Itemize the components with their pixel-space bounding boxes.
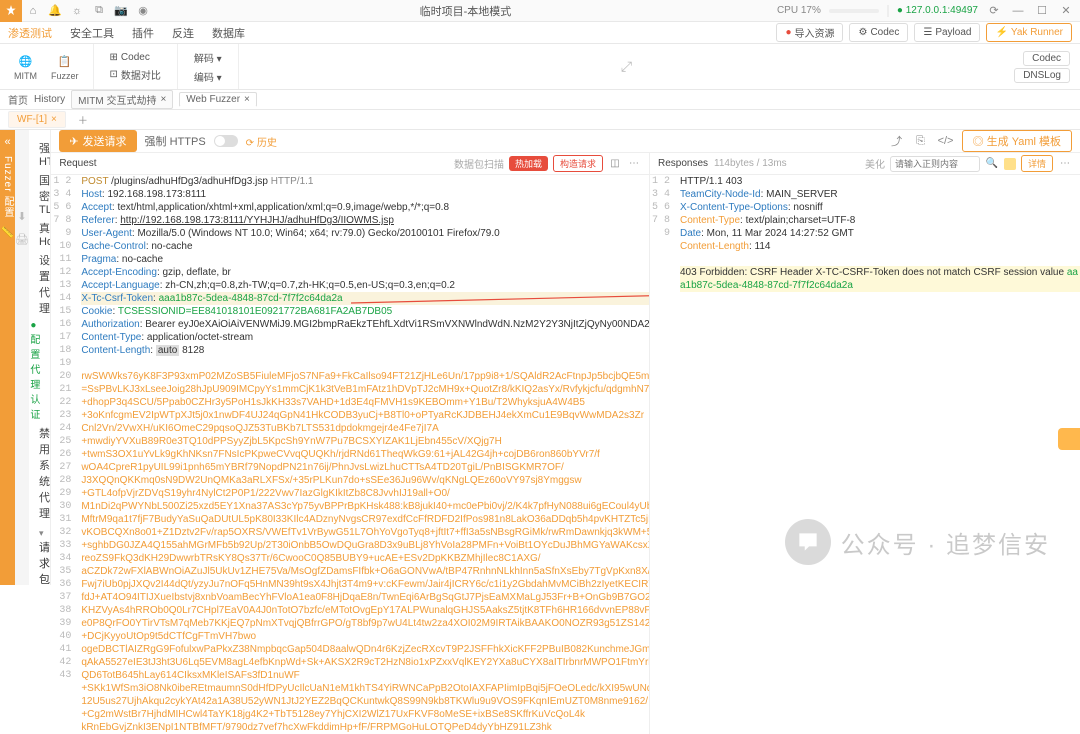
wf-tabs: WF-[1] × ＋	[0, 110, 1080, 130]
disable-sysproxy-label: 禁用系统代理	[39, 425, 50, 521]
response-search-input[interactable]	[890, 156, 980, 172]
tab-mitm[interactable]: MITM 交互式劫持 ×	[71, 90, 173, 109]
bc-history[interactable]: History	[34, 94, 65, 105]
rule-icon[interactable]: 📏	[1, 226, 15, 239]
code-icon[interactable]: </>	[938, 135, 952, 147]
cpu-bar	[829, 9, 879, 13]
split-icon[interactable]: ◫	[608, 158, 622, 169]
intercept-label[interactable]: 数据包扫描	[454, 156, 504, 171]
encode-select[interactable]: 编码 ▾	[188, 68, 228, 85]
curl-icon[interactable]: ⎘	[914, 135, 928, 148]
codec-pill[interactable]: Codec	[1023, 51, 1070, 66]
request-pane: Request 数据包扫描 热加载 构造请求 ◫ ⋯ 1 2 3 4 5 6 7…	[51, 153, 650, 734]
float-mascot-icon[interactable]	[1058, 428, 1080, 450]
response-pane: Responses 114bytes / 13ms 美化 🔍 详情 ⋯ 返回的b…	[650, 153, 1080, 734]
home-icon[interactable]: ⌂	[22, 5, 44, 17]
search-icon[interactable]: 🔍	[985, 158, 999, 169]
codec-tool[interactable]: ⊞ Codec	[104, 51, 156, 64]
wf-tab-1[interactable]: WF-[1] ×	[8, 111, 66, 128]
import-resource-button[interactable]: ●导入资源	[776, 23, 843, 42]
collapse-icon[interactable]: «	[4, 136, 10, 148]
add-tab-button[interactable]: ＋	[72, 112, 94, 127]
menu-database[interactable]: 数据库	[212, 25, 245, 41]
force-https-toggle-2[interactable]	[214, 135, 238, 147]
reqpkg-section[interactable]: 请求包配置	[39, 542, 50, 585]
beautify-button[interactable]: 美化	[865, 156, 885, 171]
request-editor[interactable]: 1 2 3 4 5 6 7 8 9 10 11 12 13 14 15 16 1…	[51, 175, 649, 734]
download-icon[interactable]: ⬇	[17, 210, 26, 223]
print-icon[interactable]: 🖨	[15, 233, 29, 246]
menu-sectools[interactable]: 安全工具	[70, 25, 114, 41]
request-title: Request	[59, 158, 96, 169]
expand-icon[interactable]: ⤢	[621, 58, 632, 75]
sun-icon[interactable]: ☼	[66, 5, 88, 17]
menu-plugins[interactable]: 插件	[132, 25, 154, 41]
vertical-rail: « Fuzzer 配置 📏	[0, 130, 15, 585]
app-logo	[0, 0, 22, 22]
breadcrumb: 首页 History MITM 交互式劫持 × Web Fuzzer ×	[0, 90, 1080, 110]
send-request-button[interactable]: ✈ 发送请求	[59, 130, 136, 152]
vtab-fuzzer[interactable]: Fuzzer 配置	[0, 156, 15, 218]
proxy-auth-link[interactable]: ● 配置代理认证	[30, 320, 40, 421]
cpu-label: CPU 17%	[777, 5, 821, 16]
share-icon[interactable]: ⤴	[890, 133, 904, 149]
menu-pentest[interactable]: 渗透测试	[8, 25, 52, 41]
yak-runner-button[interactable]: ⚡ Yak Runner	[986, 23, 1072, 42]
close-icon[interactable]: ✕	[1058, 4, 1074, 17]
config-panel: 强制 HTTPS 国密 TLS 真实Host 设置代理 ● 配置代理认证 禁用系…	[29, 130, 51, 585]
menubar: 渗透测试 安全工具 插件 反连 数据库 ●导入资源 ⚙ Codec ☰ Payl…	[0, 22, 1080, 44]
real-host-label: 真实Host	[39, 220, 51, 248]
hot-load-badge[interactable]: 热加载	[509, 156, 548, 171]
tab-web-fuzzer[interactable]: Web Fuzzer ×	[179, 92, 257, 107]
watermark: 公众号 · 追梦信安	[785, 519, 1050, 565]
compare-tool[interactable]: ⊡ 数据对比	[104, 66, 167, 83]
decode-select[interactable]: 解码 ▾	[188, 49, 228, 66]
force-https-label-2: 强制 HTTPS	[145, 133, 206, 149]
history-link[interactable]: ⟳ 历史	[246, 134, 277, 149]
titlebar: ⌂ 🔔 ☼ ⧉ 📷 ◉ 临时项目-本地模式 CPU 17% ● 127.0.0.…	[0, 0, 1080, 22]
build-req-badge[interactable]: 构造请求	[553, 155, 603, 172]
response-meta: 114bytes / 13ms	[714, 158, 787, 169]
codec-button[interactable]: ⚙ Codec	[849, 23, 908, 42]
fuzzer-tool[interactable]: 📋Fuzzer	[47, 50, 83, 83]
response-title: Responses	[658, 158, 708, 169]
toolbar: 🌐MITM 📋Fuzzer ⊞ Codec ⊡ 数据对比 解码 ▾ 编码 ▾ ⤢…	[0, 44, 1080, 90]
camera-icon[interactable]: 📷	[110, 4, 132, 17]
more-icon[interactable]: ⋯	[627, 158, 641, 169]
menu-reverse[interactable]: 反连	[172, 25, 194, 41]
response-editor[interactable]: 1 2 3 4 5 6 7 8 9 HTTP/1.1 403TeamCity-N…	[650, 175, 1080, 734]
mitm-tool[interactable]: 🌐MITM	[10, 50, 41, 83]
yaml-template-button[interactable]: ◎ 生成 Yaml 模板	[962, 130, 1072, 152]
maximize-icon[interactable]: ☐	[1034, 4, 1050, 17]
bell-icon[interactable]: 🔔	[44, 4, 66, 17]
force-https-label: 强制 HTTPS	[39, 140, 51, 168]
vertical-rail-2: ⬇ 🖨	[15, 130, 29, 585]
close-icon[interactable]: ×	[160, 94, 166, 105]
record-icon[interactable]: ◉	[132, 4, 154, 17]
highlight-icon[interactable]	[1004, 158, 1016, 170]
more-icon[interactable]: ⋯	[1058, 158, 1072, 169]
minimize-icon[interactable]: —	[1010, 5, 1026, 17]
action-bar: ✈ 发送请求 强制 HTTPS ⟳ 历史 ⤴ ⎘ </> ◎ 生成 Yaml 模…	[51, 130, 1080, 153]
sni-tls-label: 国密 TLS	[39, 172, 51, 216]
refresh-icon[interactable]: ⟳	[986, 4, 1002, 17]
screenshot-icon[interactable]: ⧉	[88, 4, 110, 17]
close-icon[interactable]: ×	[51, 114, 57, 125]
window-title: 临时项目-本地模式	[154, 3, 777, 19]
payload-button[interactable]: ☰ Payload	[914, 23, 980, 42]
server-address: ● 127.0.0.1:49497	[897, 5, 978, 16]
detail-button[interactable]: 详情	[1021, 155, 1053, 172]
close-icon[interactable]: ×	[244, 94, 250, 105]
bc-home[interactable]: 首页	[8, 92, 28, 107]
proxy-label: 设置代理	[39, 252, 50, 316]
dnslog-pill[interactable]: DNSLog	[1014, 68, 1070, 83]
